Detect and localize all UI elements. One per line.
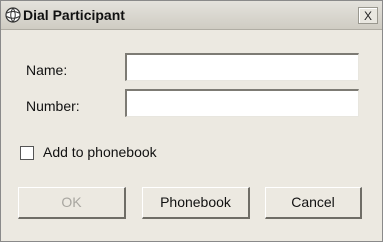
name-label: Name: [26, 62, 68, 78]
close-icon: X [363, 9, 372, 23]
number-field[interactable] [125, 89, 359, 117]
close-button[interactable]: X [358, 7, 378, 24]
window-title: Dial Participant [23, 7, 125, 23]
name-field[interactable] [125, 53, 359, 81]
dial-participant-dialog: Dial Participant X Name: Number: Add to … [0, 0, 383, 242]
number-label: Number: [26, 98, 80, 114]
add-to-phonebook-checkbox[interactable] [20, 146, 34, 160]
cancel-button[interactable]: Cancel [265, 187, 362, 219]
add-to-phonebook-label[interactable]: Add to phonebook [43, 144, 157, 160]
phonebook-button[interactable]: Phonebook [142, 187, 250, 219]
title-bar[interactable]: Dial Participant X [1, 1, 382, 30]
ok-button[interactable]: OK [18, 187, 126, 219]
globe-icon [5, 7, 21, 23]
